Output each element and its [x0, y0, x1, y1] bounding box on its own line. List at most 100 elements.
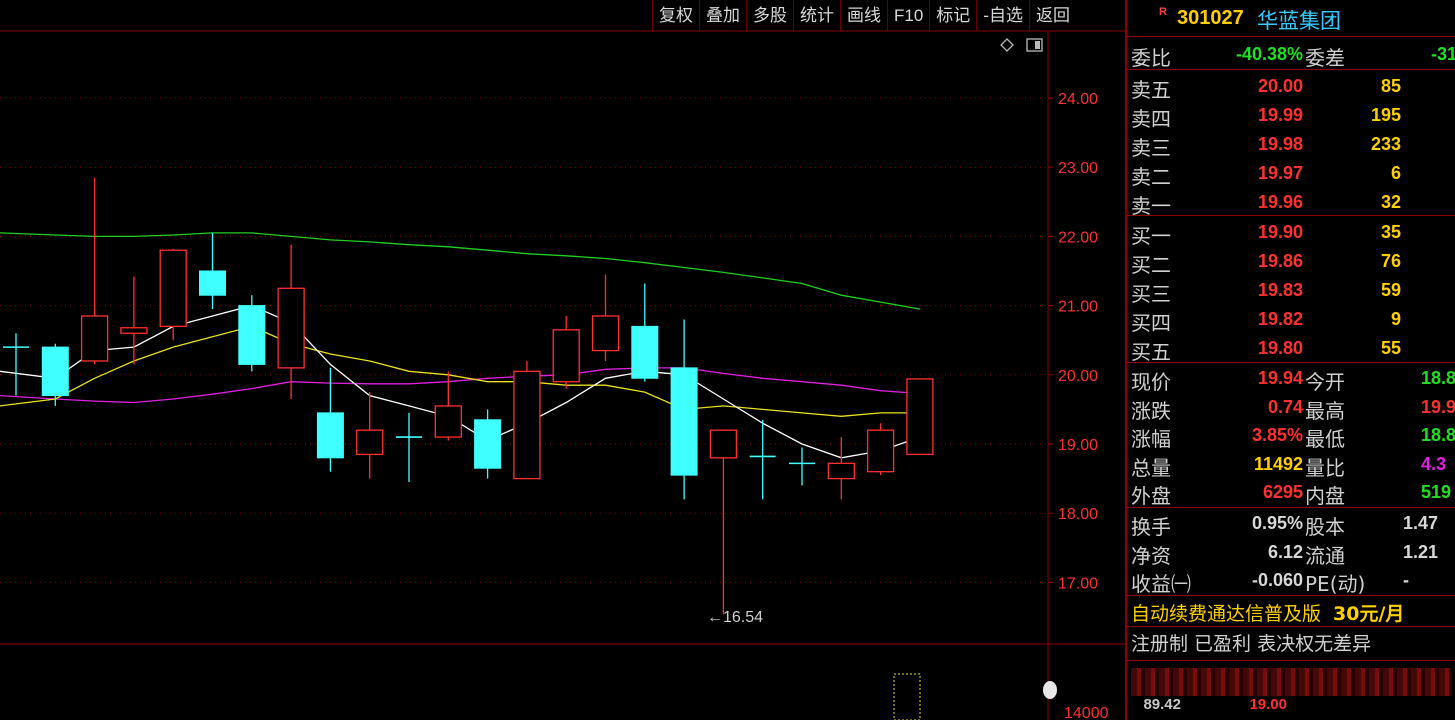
toolbar-button-8[interactable]: 返回 — [1028, 0, 1076, 31]
quote-label: 涨跌 — [1131, 398, 1171, 423]
price-tick-label: 22.00 — [1058, 229, 1098, 246]
quote-value: 4.3 — [1421, 453, 1447, 474]
fund-label: 换手 — [1131, 515, 1171, 539]
toolbar-button-5[interactable]: F10 — [887, 0, 929, 31]
weibi-row: 委比 -40.38% 委差 -31 — [1131, 40, 1455, 70]
buy-row[interactable]: 买一 19.90 35 — [1131, 218, 1455, 248]
buy-label: 买二 — [1131, 253, 1171, 277]
promo-banner[interactable]: 自动续费通达信普及版 30元/月 — [1131, 599, 1404, 626]
quote-label: 最低 — [1305, 427, 1345, 451]
stock-app: 24.00 23.00 22.00 21.00 20.00 19.00 18.00 17.00… — [0, 0, 1455, 720]
candle — [749, 419, 776, 500]
scrolling-ticker: 89.42 19.00 — [1127, 668, 1455, 720]
toolbar-button-0[interactable]: 复权 — [652, 0, 699, 31]
promo-text: 自动续费通达信普及版 — [1131, 603, 1322, 625]
candle-body — [238, 305, 266, 365]
buy-volume: 59 — [1380, 280, 1401, 300]
price-tick-label: 23.00 — [1058, 160, 1098, 177]
candle-body — [120, 327, 148, 334]
sell-volume: 85 — [1380, 76, 1401, 96]
ma20-line — [0, 367, 920, 404]
candle — [591, 274, 620, 361]
ma10-line — [0, 325, 920, 417]
quote-value: 18.8 — [1421, 368, 1455, 388]
ticker-value-1: 89.42 — [1143, 696, 1181, 713]
sell-row[interactable]: 卖二 19.97 6 — [1131, 159, 1455, 189]
sell-label: 卖四 — [1131, 107, 1171, 131]
chart-mode-icons[interactable] — [1000, 38, 1043, 52]
sell-price: 19.99 — [1257, 105, 1303, 125]
fund-label: PE(动) — [1305, 572, 1366, 596]
sell-label: 卖五 — [1131, 78, 1171, 102]
toolbar-button-2[interactable]: 多股 — [746, 0, 793, 31]
toolbar-button-1[interactable]: 叠加 — [699, 0, 746, 31]
buy-price: 19.90 — [1257, 222, 1303, 242]
volume-axis-label: 14000 — [1064, 705, 1109, 720]
quote-value: 0.74 — [1267, 396, 1303, 417]
buy-row[interactable]: 买五 19.80 55 — [1131, 334, 1455, 364]
sell-volume: 233 — [1370, 134, 1401, 154]
price-tick-label: 20.00 — [1058, 368, 1098, 385]
buy-price: 19.86 — [1257, 251, 1303, 271]
buy-label: 买四 — [1131, 311, 1171, 335]
promo-price: 30元/月 — [1333, 603, 1405, 625]
buy-label: 买五 — [1131, 340, 1171, 364]
candle — [238, 295, 266, 372]
fund-row: 换手 0.95% 股本 1.47 — [1131, 509, 1455, 539]
candle — [866, 423, 895, 476]
sell-label: 卖二 — [1131, 165, 1171, 189]
sell-row[interactable]: 卖三 19.98 233 — [1131, 130, 1455, 160]
candle-body — [827, 462, 855, 480]
candle-body — [199, 270, 226, 296]
divider — [1127, 36, 1455, 37]
quote-label: 现价 — [1131, 370, 1171, 394]
quote-value: 3.85% — [1251, 425, 1303, 445]
toolbar-button-4[interactable]: 画线 — [840, 0, 887, 31]
quote-label: 今开 — [1305, 370, 1345, 394]
candle — [199, 232, 226, 310]
quote-value: 11492 — [1253, 453, 1303, 474]
candle-body — [159, 249, 187, 328]
panel-toggle-icon-fill — [1035, 41, 1040, 49]
buy-row[interactable]: 买四 19.82 9 — [1131, 305, 1455, 335]
divider — [1127, 362, 1455, 363]
quote-value: 19.9 — [1421, 396, 1455, 417]
toolbar-button-3[interactable]: 统计 — [793, 0, 840, 31]
weibi-value: -40.38% — [1235, 44, 1303, 64]
candle-body — [591, 315, 620, 352]
candle-body — [631, 325, 659, 379]
buy-price: 19.82 — [1257, 309, 1303, 329]
candle — [120, 276, 148, 365]
divider — [1127, 215, 1455, 216]
candle-body — [906, 378, 934, 456]
sell-label: 卖三 — [1131, 136, 1171, 160]
fund-value: 1.47 — [1403, 513, 1439, 533]
sell-row[interactable]: 卖五 20.00 85 — [1131, 72, 1455, 102]
quote-label: 外盘 — [1131, 484, 1171, 508]
toolbar-button-6[interactable]: 标记 — [929, 0, 976, 31]
price-tick-label: 21.00 — [1058, 299, 1098, 316]
candle — [3, 333, 29, 396]
quote-label: 总量 — [1131, 455, 1171, 480]
quote-panel: R 301027 华蓝集团 委比 -40.38% 委差 -31 卖五 20.00 8… — [1125, 0, 1455, 720]
candle-body — [709, 429, 738, 459]
sell-volume: 6 — [1390, 163, 1401, 183]
toolbar-button-7[interactable]: -自选 — [976, 0, 1029, 31]
diamond-icon[interactable] — [1000, 38, 1014, 52]
quote-row: 总量 11492 量比 4.3 — [1131, 450, 1455, 480]
sell-price: 19.97 — [1257, 163, 1303, 183]
quote-row: 涨跌 0.74 最高 19.9 — [1131, 393, 1455, 423]
buy-row[interactable]: 买三 19.83 59 — [1131, 276, 1455, 306]
buy-volume: 9 — [1390, 309, 1401, 329]
candle-body — [670, 367, 698, 476]
sell-row[interactable]: 卖四 19.99 195 — [1131, 101, 1455, 131]
quote-value: 18.8 — [1421, 425, 1455, 445]
kline-chart[interactable]: 24.00 23.00 22.00 21.00 20.00 19.00 18.00 17.00… — [0, 0, 1125, 720]
divider — [1127, 507, 1455, 508]
buy-volume: 55 — [1380, 338, 1401, 358]
buy-row[interactable]: 买二 19.86 76 — [1131, 247, 1455, 277]
volume-bar — [893, 673, 921, 720]
stock-header[interactable]: R 301027 华蓝集团 — [1127, 0, 1455, 36]
sell-row[interactable]: 卖一 19.96 32 — [1131, 188, 1455, 218]
divider — [1127, 69, 1455, 70]
